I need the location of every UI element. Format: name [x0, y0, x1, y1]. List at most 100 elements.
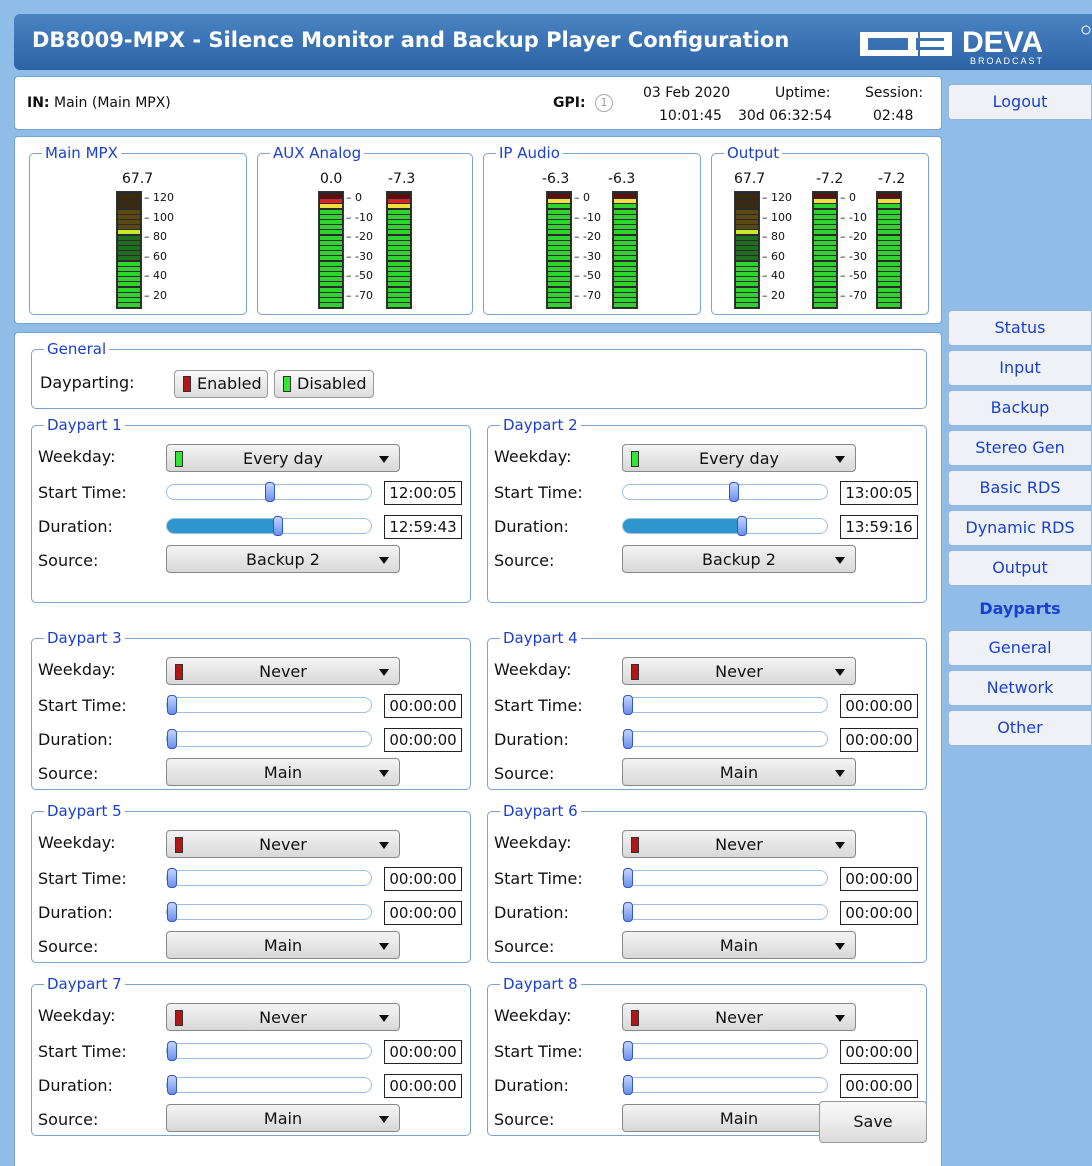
duration-field[interactable]: 00:00:00	[840, 728, 918, 752]
nav-general[interactable]: General	[948, 630, 1092, 666]
duration-field[interactable]: 00:00:00	[840, 901, 918, 925]
start-time-field[interactable]: 00:00:00	[384, 694, 462, 718]
duration-slider[interactable]	[166, 516, 372, 536]
scale-tick: – 120	[144, 191, 174, 204]
nav-input[interactable]: Input	[948, 350, 1092, 386]
duration-slider[interactable]	[622, 902, 828, 922]
start-time-handle[interactable]	[167, 868, 177, 888]
start-time-handle[interactable]	[729, 482, 739, 502]
duration-slider[interactable]	[622, 1075, 828, 1095]
duration-handle[interactable]	[167, 1075, 177, 1095]
start-time-slider[interactable]	[622, 695, 828, 715]
daypart-2: Daypart 2 Weekday: Every day Start Time:…	[487, 417, 927, 603]
start-time-slider[interactable]	[166, 695, 372, 715]
start-time-slider[interactable]	[622, 1041, 828, 1061]
duration-slider[interactable]	[166, 902, 372, 922]
duration-handle[interactable]	[737, 516, 747, 536]
duration-field[interactable]: 13:59:16	[840, 515, 918, 539]
meter-segment	[388, 235, 410, 240]
chevron-down-icon	[835, 557, 845, 564]
weekday-select[interactable]: Never	[622, 657, 856, 685]
logout-button[interactable]: Logout	[948, 84, 1092, 120]
duration-slider[interactable]	[622, 516, 828, 536]
start-time-field[interactable]: 00:00:00	[840, 867, 918, 891]
start-time-field[interactable]: 00:00:00	[384, 1040, 462, 1064]
start-time-handle[interactable]	[167, 1041, 177, 1061]
duration-handle[interactable]	[167, 729, 177, 749]
nav-status[interactable]: Status	[948, 310, 1092, 346]
duration-field[interactable]: 00:00:00	[384, 1074, 462, 1098]
start-time-handle[interactable]	[265, 482, 275, 502]
start-time-handle[interactable]	[623, 868, 633, 888]
start-time-slider[interactable]	[622, 482, 828, 502]
nav-other[interactable]: Other	[948, 710, 1092, 746]
meter-segment	[118, 272, 140, 276]
duration-handle[interactable]	[623, 729, 633, 749]
save-button[interactable]: Save	[819, 1101, 927, 1143]
duration-field[interactable]: 00:00:00	[840, 1074, 918, 1098]
duration-handle[interactable]	[167, 902, 177, 922]
source-select[interactable]: Main	[166, 758, 400, 786]
dayparting-enabled-button[interactable]: Enabled	[174, 370, 268, 398]
source-select[interactable]: Main	[622, 931, 856, 959]
meter-segment	[878, 298, 900, 302]
duration-handle[interactable]	[623, 1075, 633, 1095]
start-time-field[interactable]: 12:00:05	[384, 481, 462, 505]
start-time-field[interactable]: 00:00:00	[384, 867, 462, 891]
meter-segment	[736, 277, 758, 282]
start-time-slider[interactable]	[166, 1041, 372, 1061]
meter-segment	[814, 214, 836, 219]
meter-segment	[388, 214, 410, 219]
current-date: 03 Feb 2020	[643, 85, 731, 101]
duration-slider[interactable]	[622, 729, 828, 749]
weekday-select[interactable]: Every day	[622, 444, 856, 472]
weekday-value: Never	[715, 835, 763, 854]
nav-output[interactable]: Output	[948, 550, 1092, 586]
start-time-field[interactable]: 13:00:05	[840, 481, 918, 505]
weekday-select[interactable]: Never	[166, 657, 400, 685]
source-value: Main	[263, 763, 303, 782]
weekday-select[interactable]: Never	[166, 1003, 400, 1031]
nav-dayparts[interactable]: Dayparts	[948, 592, 1092, 628]
source-select[interactable]: Main	[622, 758, 856, 786]
start-time-slider[interactable]	[622, 868, 828, 888]
nav-stereo-gen[interactable]: Stereo Gen	[948, 430, 1092, 466]
start-time-handle[interactable]	[623, 695, 633, 715]
meter-segment	[614, 225, 636, 230]
duration-field[interactable]: 00:00:00	[384, 901, 462, 925]
duration-field[interactable]: 12:59:43	[384, 515, 462, 539]
duration-slider[interactable]	[166, 1075, 372, 1095]
source-select[interactable]: Backup 2	[166, 545, 400, 573]
source-select[interactable]: Main	[166, 1104, 400, 1132]
nav-dynamic-rds[interactable]: Dynamic RDS	[948, 510, 1092, 546]
meter-segment	[878, 220, 900, 224]
start-time-field[interactable]: 00:00:00	[840, 694, 918, 718]
weekday-select[interactable]: Every day	[166, 444, 400, 472]
meter-segment	[736, 194, 758, 198]
duration-field[interactable]: 00:00:00	[384, 728, 462, 752]
start-time-handle[interactable]	[167, 695, 177, 715]
weekday-label: Weekday:	[38, 660, 116, 679]
nav-backup[interactable]: Backup	[948, 390, 1092, 426]
daypart-title: Daypart 3	[47, 629, 122, 647]
meter-segment	[736, 240, 758, 245]
ip-left-value: -6.3	[542, 171, 570, 187]
weekday-select[interactable]: Never	[622, 830, 856, 858]
duration-slider[interactable]	[166, 729, 372, 749]
meter-segment	[320, 282, 342, 287]
source-select[interactable]: Main	[166, 931, 400, 959]
duration-handle[interactable]	[273, 516, 283, 536]
weekday-select[interactable]: Never	[622, 1003, 856, 1031]
duration-handle[interactable]	[623, 902, 633, 922]
start-time-handle[interactable]	[623, 1041, 633, 1061]
start-time-slider[interactable]	[166, 482, 372, 502]
nav-network[interactable]: Network	[948, 670, 1092, 706]
source-select[interactable]: Backup 2	[622, 545, 856, 573]
start-time-slider[interactable]	[166, 868, 372, 888]
meter-segment	[118, 287, 140, 292]
nav-basic-rds[interactable]: Basic RDS	[948, 470, 1092, 506]
start-time-field[interactable]: 00:00:00	[840, 1040, 918, 1064]
start-time-label: Start Time:	[494, 483, 583, 502]
dayparting-disabled-button[interactable]: Disabled	[274, 370, 374, 398]
weekday-select[interactable]: Never	[166, 830, 400, 858]
